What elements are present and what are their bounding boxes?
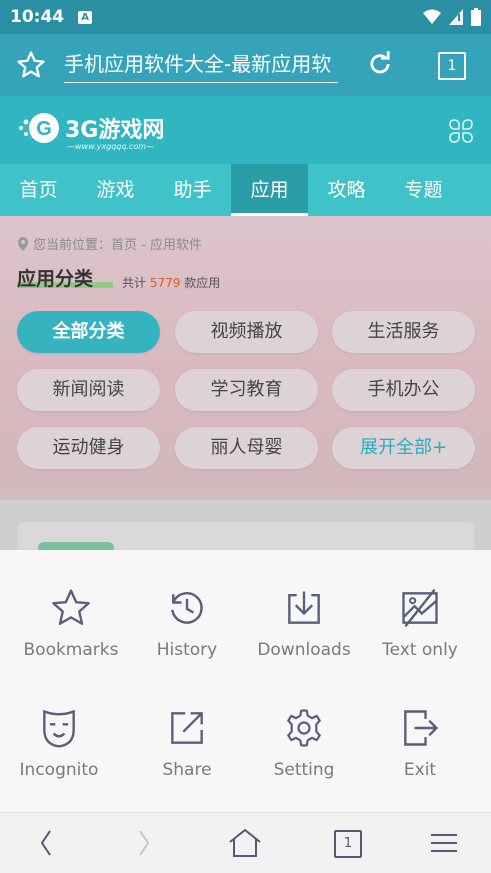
reload-icon[interactable] xyxy=(366,50,394,78)
breadcrumb-text: 您当前位置：首页 - 应用软件 xyxy=(33,238,202,253)
download-icon xyxy=(288,591,320,624)
menu-history[interactable]: History xyxy=(128,584,246,660)
nav-item-topics[interactable]: 专题 xyxy=(385,164,462,216)
total-number: 5779 xyxy=(149,276,181,290)
battery-icon xyxy=(471,8,481,26)
total-prefix: 共计 xyxy=(122,276,147,290)
exit-icon xyxy=(404,710,439,746)
logo-text: 3G游戏网 xyxy=(65,118,165,143)
breadcrumb: 您当前位置：首页 - 应用软件 xyxy=(17,234,202,253)
browser-menu: Bookmarks History Downloads Text only In… xyxy=(0,550,491,812)
menu-setting-label: Setting xyxy=(273,760,335,780)
logo-domain: —www.yxgqqq.com— xyxy=(67,142,155,151)
category-fitness[interactable]: 运动健身 xyxy=(17,427,160,469)
back-icon[interactable] xyxy=(36,827,58,859)
tab-count-button[interactable]: 1 xyxy=(438,52,466,80)
menu-text-only[interactable]: Text only xyxy=(361,584,479,660)
menu-history-label: History xyxy=(156,640,218,660)
menu-incognito[interactable]: Incognito xyxy=(0,704,118,780)
share-icon xyxy=(171,712,203,744)
nav-item-games[interactable]: 游戏 xyxy=(77,164,154,216)
location-pin-icon xyxy=(18,236,28,251)
category-all[interactable]: 全部分类 xyxy=(17,311,160,353)
signal-icon xyxy=(449,9,463,25)
logo-mark-icon: G xyxy=(17,110,61,146)
text-only-icon xyxy=(402,588,438,628)
category-maternity[interactable]: 丽人母婴 xyxy=(175,427,318,469)
browser-toolbar: 手机应用软件大全-最新应用软 1 xyxy=(0,34,491,96)
bottom-nav-bar: 1 xyxy=(0,812,491,873)
history-icon xyxy=(171,592,203,624)
star-icon xyxy=(52,589,90,625)
menu-grid-icon[interactable] xyxy=(448,118,474,144)
svg-text:G: G xyxy=(36,118,52,140)
category-expand-all[interactable]: 展开全部+ xyxy=(332,427,475,469)
nav-item-guides[interactable]: 攻略 xyxy=(308,164,385,216)
menu-incognito-label: Incognito xyxy=(19,760,99,780)
bookmark-star-icon[interactable] xyxy=(16,50,46,80)
status-icons xyxy=(423,8,481,26)
forward-icon[interactable] xyxy=(132,827,154,859)
total-count: 共计 5779 款应用 xyxy=(122,274,220,291)
home-icon[interactable] xyxy=(227,827,263,859)
menu-exit[interactable]: Exit xyxy=(361,704,479,780)
menu-share[interactable]: Share xyxy=(128,704,246,780)
nav-item-home[interactable]: 首页 xyxy=(0,164,77,216)
site-logo[interactable]: G 3G游戏网 —www.yxgqqq.com— xyxy=(17,110,165,151)
section-title: 应用分类 xyxy=(17,268,94,290)
status-time: 10:44 xyxy=(10,7,65,27)
category-news[interactable]: 新闻阅读 xyxy=(17,369,160,411)
category-life[interactable]: 生活服务 xyxy=(332,311,475,353)
menu-bookmarks[interactable]: Bookmarks xyxy=(12,584,130,660)
menu-setting[interactable]: Setting xyxy=(245,704,363,780)
total-suffix: 款应用 xyxy=(184,276,221,290)
site-nav: 首页 游戏 助手 应用 攻略 专题 xyxy=(0,164,491,216)
site-header: G 3G游戏网 —www.yxgqqq.com— xyxy=(0,96,491,164)
tabs-button[interactable]: 1 xyxy=(334,830,362,858)
category-office[interactable]: 手机办公 xyxy=(332,369,475,411)
address-bar[interactable]: 手机应用软件大全-最新应用软 xyxy=(64,48,338,83)
page-content-lower xyxy=(0,500,491,562)
menu-text-only-label: Text only xyxy=(382,640,458,660)
gear-icon xyxy=(287,709,321,747)
wifi-icon xyxy=(423,9,441,24)
menu-exit-label: Exit xyxy=(403,760,437,780)
hamburger-menu-icon[interactable] xyxy=(428,827,460,859)
menu-downloads[interactable]: Downloads xyxy=(245,584,363,660)
nav-item-apps[interactable]: 应用 xyxy=(231,164,308,216)
status-bar: 10:44 A xyxy=(0,0,491,34)
menu-downloads-label: Downloads xyxy=(257,640,351,660)
nav-item-assistant[interactable]: 助手 xyxy=(154,164,231,216)
category-video[interactable]: 视频播放 xyxy=(175,311,318,353)
menu-bookmarks-label: Bookmarks xyxy=(23,640,119,660)
category-education[interactable]: 学习教育 xyxy=(175,369,318,411)
menu-share-label: Share xyxy=(162,760,212,780)
notification-icon: A xyxy=(78,10,93,24)
incognito-mask-icon xyxy=(43,709,75,748)
